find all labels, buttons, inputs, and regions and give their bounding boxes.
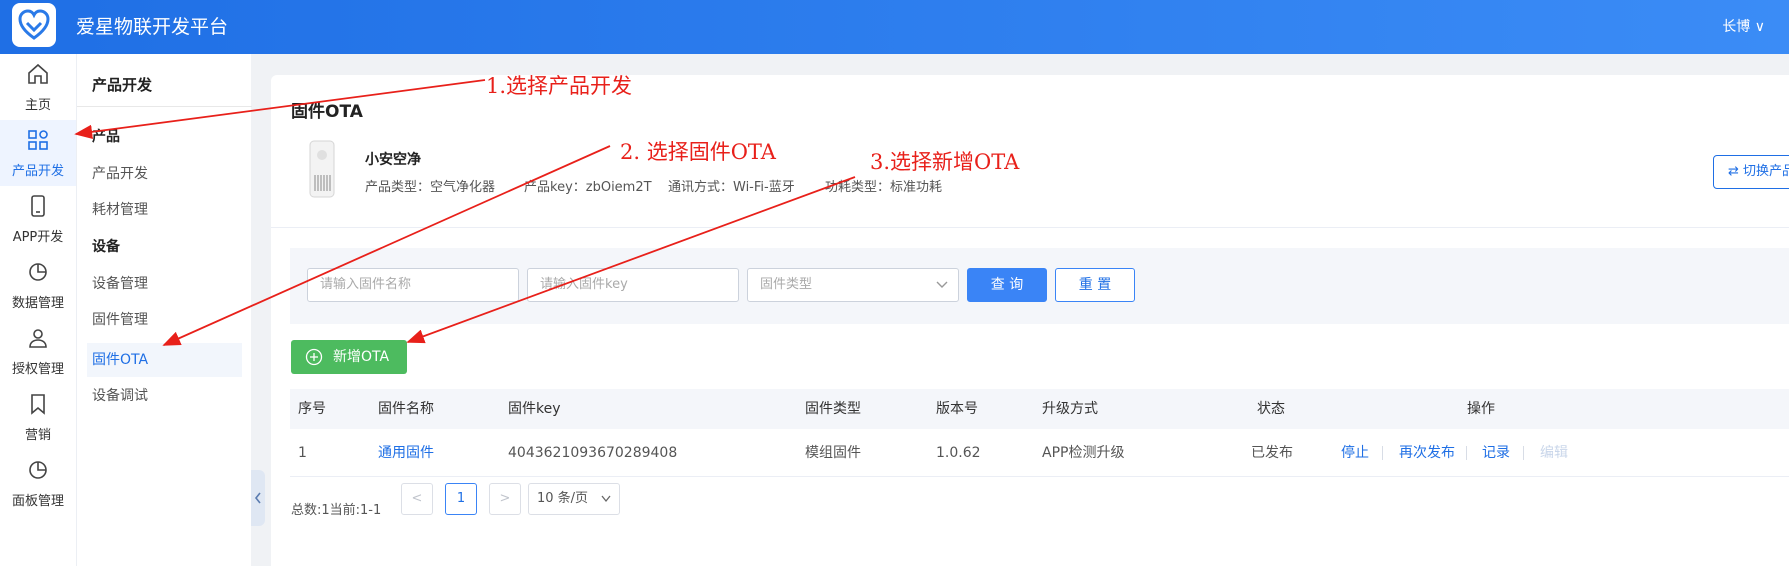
col-version: 版本号	[936, 401, 978, 417]
rail-label: 授权管理	[11, 362, 64, 377]
records-link[interactable]: 记录	[1482, 429, 1510, 477]
col-upgrade: 升级方式	[1042, 401, 1098, 417]
col-type: 固件类型	[805, 401, 861, 417]
user-menu[interactable]: 长博 ∨	[1722, 16, 1765, 36]
sub-sidebar-title: 产品开发	[92, 76, 153, 94]
filter-panel: 请输入固件名称 请输入固件key 固件类型 查 询 重 置	[290, 248, 1789, 324]
cell-version: 1.0.62	[936, 445, 981, 461]
logo-icon[interactable]	[12, 3, 56, 47]
sidebar-collapse-toggle[interactable]	[251, 470, 265, 526]
page-title: 固件OTA	[291, 102, 363, 122]
plus-circle-icon	[305, 348, 323, 366]
col-no: 序号	[298, 401, 326, 417]
cell-status: 已发布	[1251, 445, 1293, 461]
pie-chart-icon	[29, 461, 47, 479]
sub-item-firmware-ota[interactable]: 固件OTA	[87, 343, 242, 377]
swap-icon: ⇄	[1728, 164, 1739, 179]
col-key: 固件key	[508, 401, 561, 417]
query-button[interactable]: 查 询	[967, 268, 1047, 302]
page-size-label: 10 条/页	[537, 491, 589, 506]
sub-item-device-mgmt[interactable]: 设备管理	[87, 267, 242, 301]
meta-power-type: 功耗类型：标准功耗	[825, 180, 943, 195]
rail-item-marketing[interactable]: 营销	[0, 384, 76, 450]
rail-item-auth[interactable]: 授权管理	[0, 318, 76, 384]
page-size-select[interactable]: 10 条/页	[528, 483, 620, 515]
meta-product-type: 产品类型：空气净化器	[365, 180, 496, 195]
annotation-step-1: 1.选择产品开发	[486, 74, 633, 98]
edit-link-disabled[interactable]: 编辑	[1540, 429, 1568, 477]
product-image	[309, 140, 335, 198]
rail-item-home[interactable]: 主页	[0, 54, 76, 120]
icon-rail: 主页 产品开发 APP开发 数据管理 授权管理 营销 面板管理	[0, 54, 76, 566]
chevron-down-icon	[936, 281, 948, 288]
phone-icon	[31, 195, 45, 217]
rail-label: 面板管理	[11, 494, 64, 509]
next-page-button[interactable]: >	[489, 483, 521, 515]
rail-item-product-dev[interactable]: 产品开发	[0, 120, 76, 186]
prev-page-button[interactable]: <	[401, 483, 433, 515]
meta-comm-mode: 通讯方式：Wi-Fi-蓝牙	[668, 180, 795, 195]
table-row: 1 通用固件 4043621093670289408 模组固件 1.0.62 A…	[290, 429, 1789, 477]
sub-group-product: 产品	[92, 129, 120, 145]
rail-item-panel[interactable]: 面板管理	[0, 450, 76, 516]
col-name: 固件名称	[378, 401, 434, 417]
add-ota-button[interactable]: 新增OTA	[291, 340, 407, 374]
cell-firmware-type: 模组固件	[805, 445, 861, 461]
col-status: 状态	[1257, 401, 1285, 417]
sub-item-device-debug[interactable]: 设备调试	[87, 379, 242, 413]
annotation-step-3: 3.选择新增OTA	[870, 150, 1020, 174]
col-actions: 操作	[1467, 401, 1495, 417]
top-bar: 爱星物联开发平台 长博 ∨	[0, 0, 1789, 54]
main-card: 固件OTA 小安空净 产品类型：空气净化器 产品key：zbOiem2T 通讯方…	[271, 75, 1789, 566]
grid-icon	[28, 130, 48, 150]
bookmark-icon	[31, 394, 45, 415]
sub-item-product-dev[interactable]: 产品开发	[87, 157, 242, 191]
rail-label: 营销	[24, 428, 51, 443]
chevron-down-icon	[601, 495, 611, 503]
firmware-key-input[interactable]: 请输入固件key	[527, 268, 739, 302]
annotation-step-2: 2. 选择固件OTA	[620, 140, 776, 164]
rail-label: APP开发	[12, 230, 64, 245]
divider	[271, 227, 1789, 228]
home-icon	[28, 63, 48, 84]
cell-upgrade-mode: APP检测升级	[1042, 445, 1125, 461]
user-icon	[29, 329, 47, 348]
app-title: 爱星物联开发平台	[76, 16, 229, 38]
switch-product-button[interactable]: ⇄ 切换产品	[1713, 155, 1789, 189]
table-header: 序号 固件名称 固件key 固件类型 版本号 升级方式 状态 操作	[290, 389, 1789, 429]
cell-no: 1	[298, 445, 307, 461]
reset-button[interactable]: 重 置	[1055, 268, 1135, 302]
sub-group-device: 设备	[92, 239, 120, 255]
add-ota-label: 新增OTA	[333, 349, 390, 365]
sub-item-firmware-mgmt[interactable]: 固件管理	[87, 303, 242, 337]
republish-link[interactable]: 再次发布	[1399, 429, 1455, 477]
product-name: 小安空净	[365, 152, 421, 168]
rail-label: 数据管理	[11, 296, 64, 311]
divider	[1466, 446, 1467, 460]
chevron-left-icon	[254, 492, 261, 504]
rail-item-app-dev[interactable]: APP开发	[0, 186, 76, 252]
cell-firmware-key: 4043621093670289408	[508, 445, 678, 461]
rail-label: 主页	[24, 98, 51, 113]
meta-product-key: 产品key：zbOiem2T	[524, 180, 652, 195]
pagination-total: 总数:1当前:1-1	[291, 503, 382, 518]
stop-link[interactable]: 停止	[1341, 429, 1369, 477]
sub-sidebar: 产品开发 产品 产品开发 耗材管理 设备 设备管理 固件管理 固件OTA 设备调…	[76, 54, 252, 566]
divider	[77, 106, 252, 107]
pie-chart-icon	[29, 263, 47, 281]
firmware-type-placeholder: 固件类型	[760, 277, 813, 292]
sub-item-consumables[interactable]: 耗材管理	[87, 193, 242, 227]
firmware-type-select[interactable]: 固件类型	[747, 268, 959, 302]
divider	[1523, 446, 1524, 460]
current-page-button[interactable]: 1	[445, 483, 477, 515]
switch-product-label: 切换产品	[1743, 164, 1789, 179]
firmware-name-input[interactable]: 请输入固件名称	[307, 268, 519, 302]
rail-item-data[interactable]: 数据管理	[0, 252, 76, 318]
rail-label: 产品开发	[11, 164, 64, 179]
divider	[1382, 446, 1383, 460]
cell-firmware-name-link[interactable]: 通用固件	[378, 429, 434, 477]
